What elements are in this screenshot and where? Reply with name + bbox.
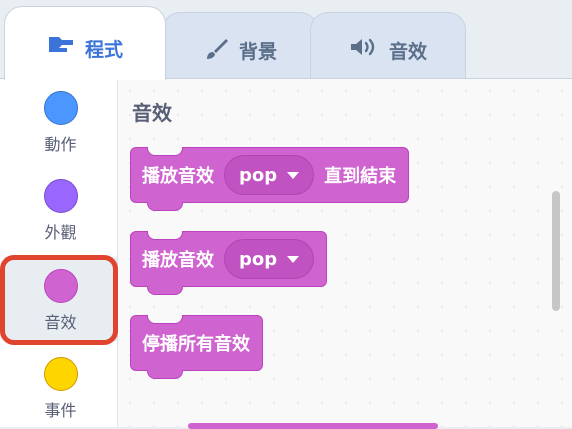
- category-label: 事件: [44, 401, 77, 420]
- start-sound-block[interactable]: 播放音效 pop: [130, 231, 328, 295]
- tab-backdrops[interactable]: 背景: [162, 12, 318, 78]
- looks-category-dot: [43, 179, 78, 213]
- category-motion[interactable]: 動作: [4, 79, 117, 163]
- motion-category-dot: [43, 91, 78, 125]
- events-category-dot: [43, 357, 78, 391]
- block-notch: [147, 231, 183, 240]
- code-icon: [47, 35, 75, 53]
- block-text: 直到結束: [324, 166, 397, 187]
- next-block-peek: [188, 423, 438, 429]
- tab-code-label: 程式: [84, 39, 123, 61]
- caret-down-icon: [287, 171, 300, 179]
- category-menu: 動作 外觀 音效 事件: [4, 79, 118, 427]
- stop-all-sounds-block[interactable]: 停播所有音效: [130, 315, 263, 379]
- block-notch: [147, 147, 183, 156]
- sound-dropdown-value: pop: [239, 248, 278, 270]
- category-looks[interactable]: 外觀: [4, 167, 117, 251]
- category-label: 外觀: [44, 223, 77, 242]
- sound-dropdown-value: pop: [239, 164, 278, 186]
- code-panel: 動作 外觀 音效 事件 音效 播放音效 pop 直到結束 播放音效 pop 停播…: [0, 78, 572, 429]
- block-tab: [147, 286, 183, 295]
- play-sound-until-done-block[interactable]: 播放音效 pop 直到結束: [130, 147, 410, 211]
- category-label: 音效: [44, 313, 77, 332]
- block-notch: [147, 315, 183, 324]
- sound-category-dot: [43, 269, 78, 303]
- category-events[interactable]: 事件: [4, 345, 117, 429]
- tab-sounds[interactable]: 音效: [310, 12, 466, 78]
- block-text: 播放音效: [142, 250, 214, 271]
- block-text: 播放音效: [142, 166, 214, 187]
- block-text: 停播所有音效: [142, 334, 250, 355]
- sound-dropdown[interactable]: pop: [224, 239, 315, 279]
- block-tab: [147, 202, 183, 211]
- brush-icon: [203, 37, 229, 61]
- palette-scrollbar[interactable]: [552, 191, 560, 311]
- caret-down-icon: [287, 255, 300, 263]
- tab-backdrops-label: 背景: [238, 41, 277, 63]
- speaker-icon: [349, 37, 379, 57]
- tab-code[interactable]: 程式: [4, 6, 166, 80]
- sound-dropdown[interactable]: pop: [224, 155, 315, 195]
- category-sound[interactable]: 音效: [4, 257, 117, 341]
- block-tab: [147, 370, 183, 379]
- category-label: 動作: [44, 135, 77, 154]
- section-title: 音效: [132, 101, 172, 125]
- block-palette: 音效 播放音效 pop 直到結束 播放音效 pop 停播所有音效: [118, 79, 572, 429]
- tab-sounds-label: 音效: [388, 41, 427, 63]
